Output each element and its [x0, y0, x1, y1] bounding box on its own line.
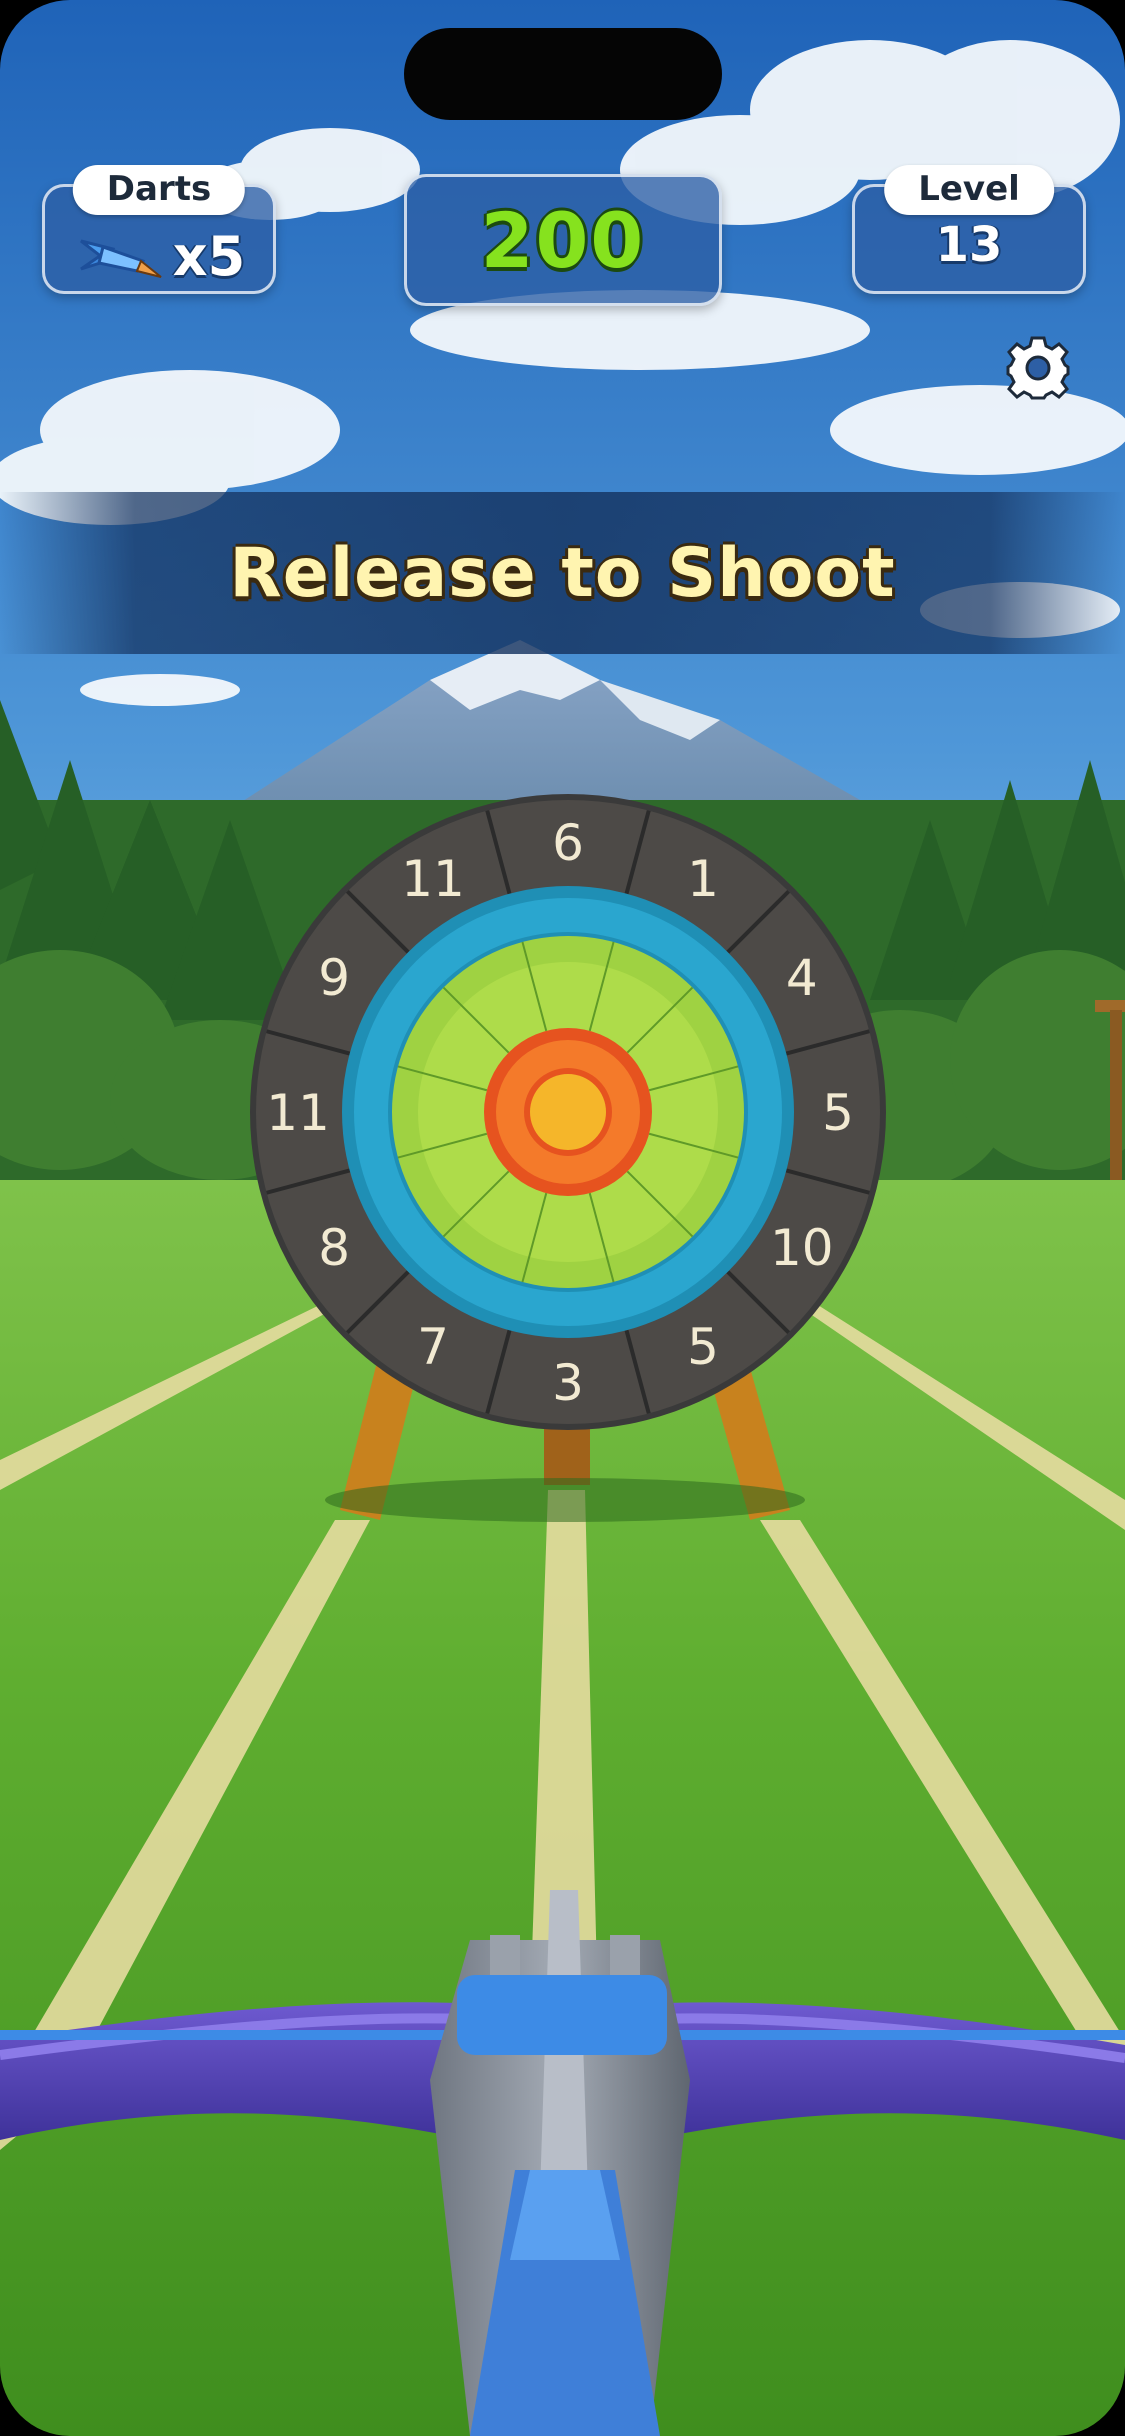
dynamic-island [404, 28, 722, 120]
ring-number: 5 [687, 1318, 719, 1376]
ring-number: 3 [552, 1354, 584, 1412]
game-scene: 6 1 4 5 10 5 3 7 8 11 9 11 [0, 0, 1125, 2436]
ring-number: 10 [770, 1219, 834, 1277]
game-screen[interactable]: 6 1 4 5 10 5 3 7 8 11 9 11 Darts x5 200 … [0, 0, 1125, 2436]
score-panel: 200 [404, 174, 722, 306]
level-label: Level [884, 165, 1054, 215]
ring-number: 6 [552, 814, 584, 872]
dart-icon [79, 239, 162, 278]
darts-count: x5 [172, 224, 246, 288]
ring-number: 11 [401, 850, 465, 908]
ring-number: 1 [687, 850, 719, 908]
level-value: 13 [935, 217, 1003, 273]
level-panel: Level 13 [852, 165, 1086, 294]
gear-icon[interactable] [1004, 334, 1072, 402]
ring-number: 9 [318, 949, 350, 1007]
target-board: 6 1 4 5 10 5 3 7 8 11 9 11 [250, 794, 886, 1430]
score-value: 200 [480, 195, 646, 285]
ring-number: 8 [318, 1219, 350, 1277]
ring-number: 4 [786, 949, 818, 1007]
instruction-banner: Release to Shoot [0, 492, 1125, 654]
ring-number: 11 [266, 1084, 330, 1142]
banner-text: Release to Shoot [229, 533, 896, 613]
darts-panel: Darts x5 [42, 165, 276, 294]
darts-label: Darts [72, 165, 246, 215]
ring-number: 7 [417, 1318, 449, 1376]
ring-number: 5 [822, 1084, 854, 1142]
